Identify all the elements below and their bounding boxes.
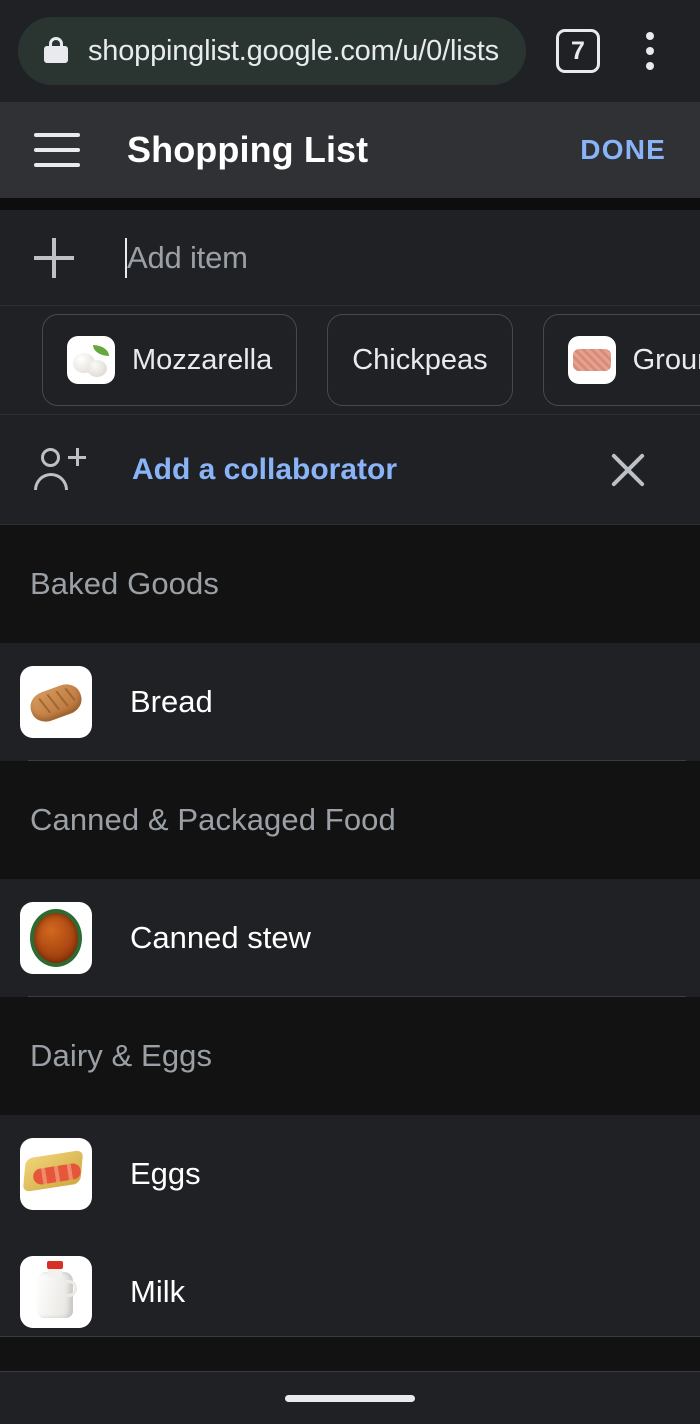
kebab-menu-icon[interactable] (626, 27, 674, 75)
section-header-dairy-eggs: Dairy & Eggs (0, 997, 700, 1115)
suggestion-chip-label: Ground tu… (632, 343, 700, 376)
suggestion-chip-mozzarella[interactable]: Mozzarella (42, 314, 298, 406)
list-item[interactable]: Bread (0, 643, 700, 761)
list-item-label: Bread (130, 684, 213, 719)
hamburger-menu-icon[interactable] (34, 133, 80, 167)
phone-screen: shoppinglist.google.com/u/0/lists 7 Shop… (0, 0, 700, 1424)
bread-thumb (20, 666, 92, 738)
url-text: shoppinglist.google.com/u/0/lists (88, 34, 499, 67)
list-item-label: Milk (130, 1274, 186, 1309)
list-item[interactable]: Eggs (0, 1115, 700, 1233)
done-button[interactable]: DONE (580, 134, 666, 166)
suggestion-chip-label: Chickpeas (352, 343, 488, 376)
plus-icon[interactable] (34, 237, 74, 278)
list-item[interactable]: Canned stew (0, 879, 700, 997)
list-item-label: Eggs (130, 1156, 201, 1191)
browser-toolbar: shoppinglist.google.com/u/0/lists 7 (0, 0, 700, 102)
add-item-input[interactable]: Add item (125, 237, 666, 278)
tab-count-label: 7 (571, 36, 585, 65)
section-header-canned-packaged-food: Canned & Packaged Food (0, 761, 700, 879)
mozzarella-thumb (67, 336, 115, 384)
gesture-pill[interactable] (285, 1394, 415, 1402)
eggs-thumb (20, 1138, 92, 1210)
section-header-baked-goods: Baked Goods (0, 525, 700, 643)
page-title: Shopping List (127, 129, 369, 170)
app-bar: Shopping List DONE (0, 102, 700, 198)
suggestion-chip-label: Mozzarella (132, 343, 273, 376)
milk-thumb (20, 1256, 92, 1328)
close-icon[interactable] (606, 448, 650, 492)
shopping-list: Baked Goods Bread Canned & Packaged Food… (0, 525, 700, 1336)
add-collaborator-link[interactable]: Add a collaborator (132, 453, 606, 487)
list-item-label: Canned stew (130, 920, 311, 955)
section-title: Baked Goods (30, 566, 219, 601)
bottom-strip (0, 1336, 700, 1372)
add-item-row[interactable]: Add item (0, 210, 700, 306)
suggestion-chips: Mozzarella Chickpeas Ground tu… (0, 306, 700, 415)
section-title: Dairy & Eggs (30, 1038, 213, 1073)
list-item[interactable]: Milk (0, 1233, 700, 1336)
canned-stew-thumb (20, 902, 92, 974)
suggestion-chip-ground-turkey[interactable]: Ground tu… (542, 314, 700, 406)
add-collaborator-row[interactable]: Add a collaborator (0, 415, 700, 525)
tab-switcher-button[interactable]: 7 (556, 29, 600, 73)
section-title: Canned & Packaged Food (30, 802, 396, 837)
suggestion-chip-chickpeas[interactable]: Chickpeas (327, 314, 513, 406)
url-bar[interactable]: shoppinglist.google.com/u/0/lists (18, 17, 526, 85)
app-bar-separator (0, 198, 700, 210)
lock-icon (44, 37, 68, 65)
add-item-placeholder: Add item (127, 239, 248, 275)
person-add-icon (34, 447, 86, 492)
system-navigation-bar (0, 1372, 700, 1424)
ground-turkey-thumb (567, 336, 616, 384)
